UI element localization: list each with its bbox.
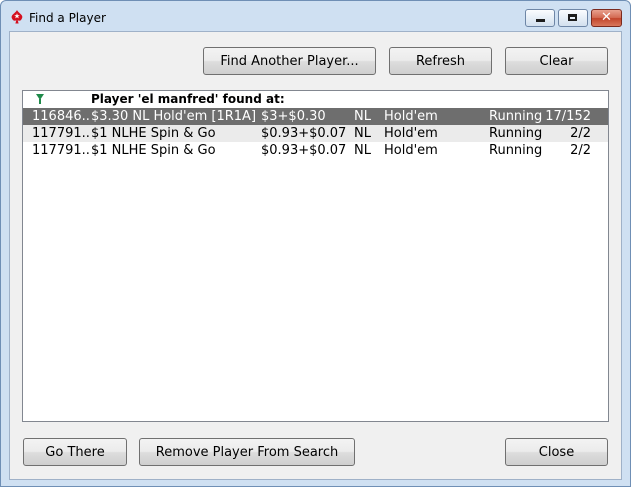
pokerstars-logo-icon [11,10,23,24]
window-close-button[interactable]: ✕ [591,9,622,27]
limit-type: NL [354,143,371,158]
refresh-button[interactable]: Refresh [389,47,492,75]
find-another-player-button[interactable]: Find Another Player... [203,47,376,75]
tournament-id: 116846... [32,109,89,124]
tournament-id: 117791... [32,126,89,141]
player-count: 2/2 [570,126,591,141]
buy-in: $0.93+$0.07 [261,126,347,141]
limit-type: NL [354,126,371,141]
buy-in: $0.93+$0.07 [261,143,347,158]
results-header: Player 'el manfred' found at: [23,91,608,108]
close-icon: ✕ [601,10,612,25]
game-type: Hold'em [384,126,438,141]
remove-player-button[interactable]: Remove Player From Search [139,438,355,466]
tournament-id: 117791... [32,143,89,158]
table-row[interactable]: 117791... $1 NLHE Spin & Go $0.93+$0.07 … [23,125,608,142]
table-row[interactable]: 116846... $3.30 NL Hold'em [1R1A], $ $3+… [23,108,608,125]
minimize-icon [536,19,545,22]
tournament-name: $3.30 NL Hold'em [1R1A], $ [91,109,255,124]
clear-button[interactable]: Clear [505,47,608,75]
minimize-button[interactable] [525,9,555,27]
buy-in: $3+$0.30 [261,109,326,124]
game-type: Hold'em [384,143,438,158]
title-bar[interactable]: Find a Player ✕ [1,1,630,31]
go-there-button[interactable]: Go There [23,438,127,466]
results-list[interactable]: Player 'el manfred' found at: 116846... … [22,90,609,422]
close-button[interactable]: Close [505,438,608,466]
results-header-title: Player 'el manfred' found at: [91,92,285,106]
tournament-name: $1 NLHE Spin & Go [91,143,216,158]
window-title: Find a Player [29,11,106,25]
dialog-body: Find Another Player... Refresh Clear Pla… [9,31,622,480]
game-type: Hold'em [384,109,438,124]
maximize-icon [568,14,577,21]
maximize-button[interactable] [558,9,588,27]
sort-indicator-icon[interactable] [36,94,44,104]
table-row[interactable]: 117791... $1 NLHE Spin & Go $0.93+$0.07 … [23,142,608,159]
tournament-name: $1 NLHE Spin & Go [91,126,216,141]
player-count: 2/2 [570,143,591,158]
limit-type: NL [354,109,371,124]
find-player-window: Find a Player ✕ Find Another Player... R… [0,0,631,487]
player-count: 17/152 [545,109,591,124]
